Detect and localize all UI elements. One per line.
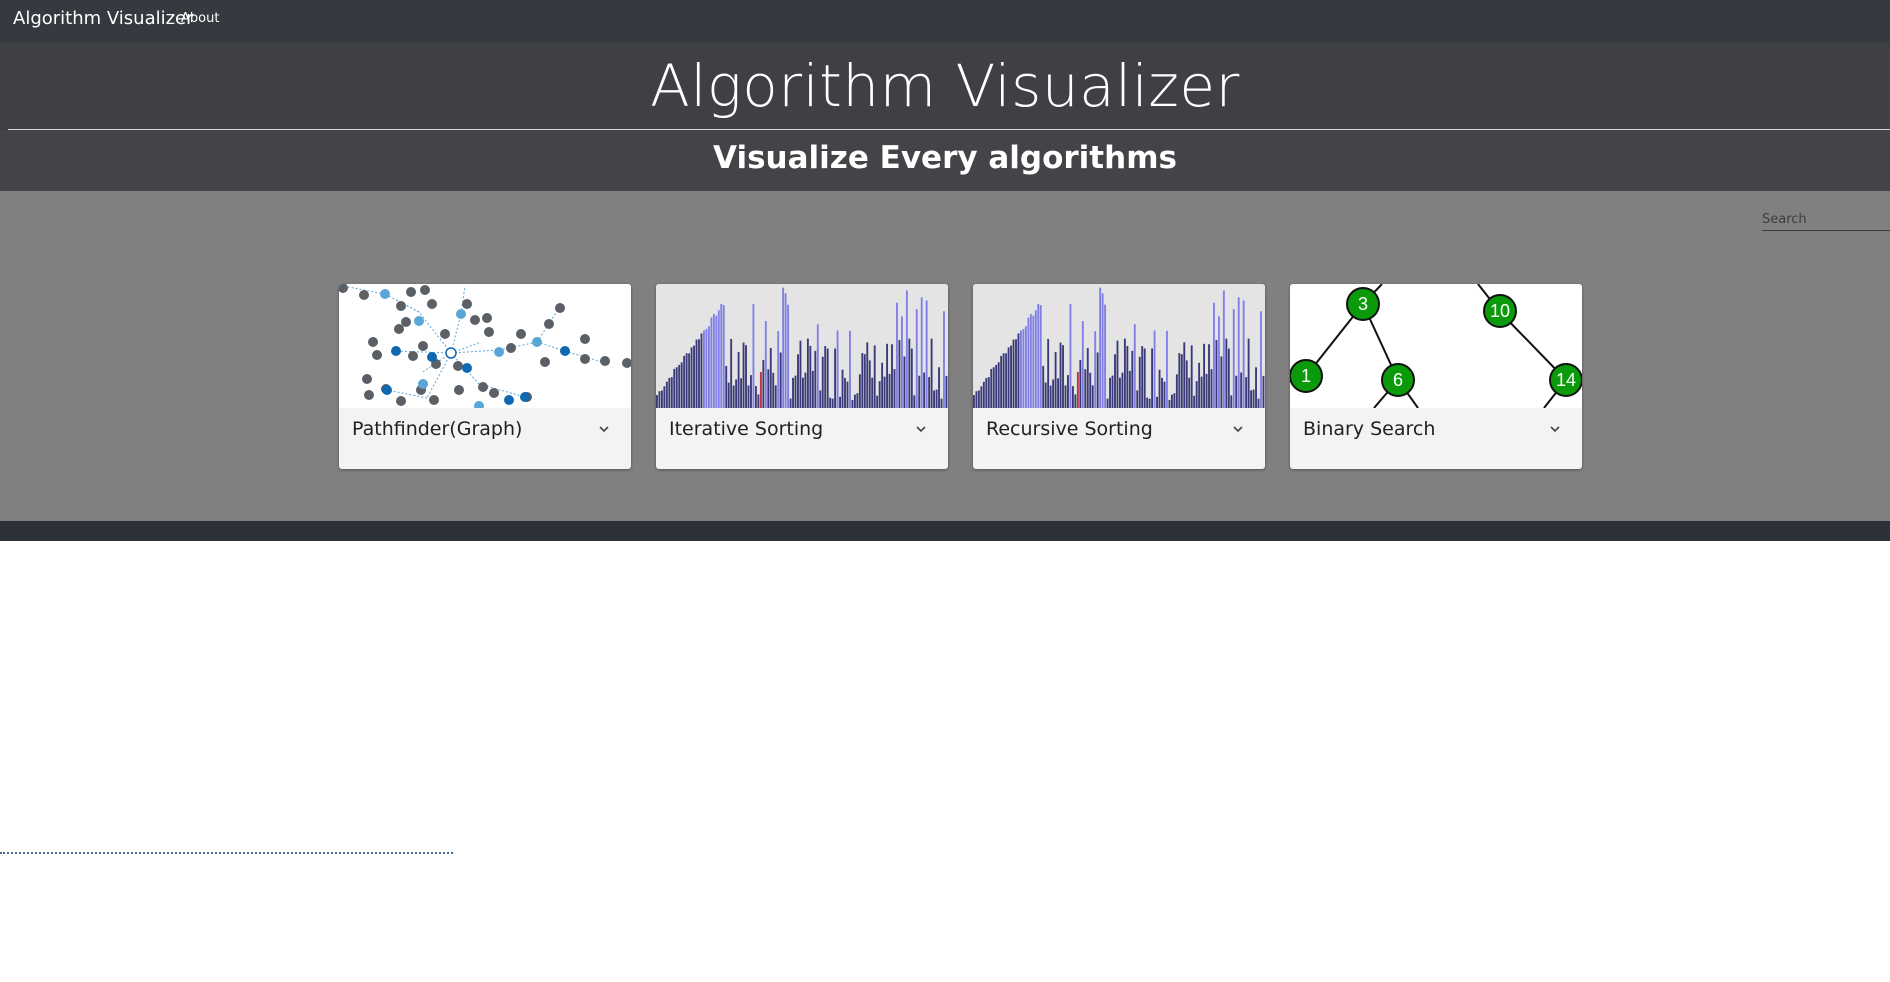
card-area: Pathfinder(Graph) Iterative Sorting Recu… <box>0 191 1890 521</box>
page-title: Algorithm Visualizer <box>650 52 1240 120</box>
card-title: Binary Search <box>1303 418 1436 440</box>
card-iterative-sorting[interactable]: Iterative Sorting <box>656 284 948 469</box>
chevron-down-icon[interactable] <box>914 424 928 434</box>
card-pathfinder[interactable]: Pathfinder(Graph) <box>339 284 631 469</box>
tree-node-label: 10 <box>1490 301 1510 321</box>
dotted-divider <box>0 852 453 856</box>
tree-node-label: 3 <box>1358 294 1368 314</box>
bar-sorting-image <box>973 284 1265 408</box>
hero-divider <box>8 129 1890 130</box>
graph-network-image <box>339 284 631 408</box>
chevron-down-icon[interactable] <box>597 424 611 434</box>
search-input[interactable] <box>1762 208 1890 230</box>
bar-sorting-image <box>656 284 948 408</box>
hero-banner: Algorithm Visualizer Visualize Every alg… <box>0 42 1890 191</box>
navbar: Algorithm Visualizer About <box>0 0 1890 42</box>
footer-bar <box>0 521 1890 541</box>
tree-node-label: 14 <box>1556 370 1576 390</box>
chevron-down-icon[interactable] <box>1548 424 1562 434</box>
search-field <box>1762 208 1890 231</box>
card-title: Pathfinder(Graph) <box>352 418 523 440</box>
card-title: Iterative Sorting <box>669 418 824 440</box>
nav-link-about[interactable]: About <box>181 11 219 26</box>
binary-tree-image: 3 10 1 6 14 <box>1290 284 1582 408</box>
navbar-brand[interactable]: Algorithm Visualizer <box>13 8 194 29</box>
card-title: Recursive Sorting <box>986 418 1153 440</box>
tree-node-label: 1 <box>1301 366 1311 386</box>
card-recursive-sorting[interactable]: Recursive Sorting <box>973 284 1265 469</box>
tree-node-label: 6 <box>1393 370 1403 390</box>
chevron-down-icon[interactable] <box>1231 424 1245 434</box>
page-subtitle: Visualize Every algorithms <box>713 140 1177 176</box>
card-binary-search[interactable]: 3 10 1 6 14 Binary Search <box>1290 284 1582 469</box>
